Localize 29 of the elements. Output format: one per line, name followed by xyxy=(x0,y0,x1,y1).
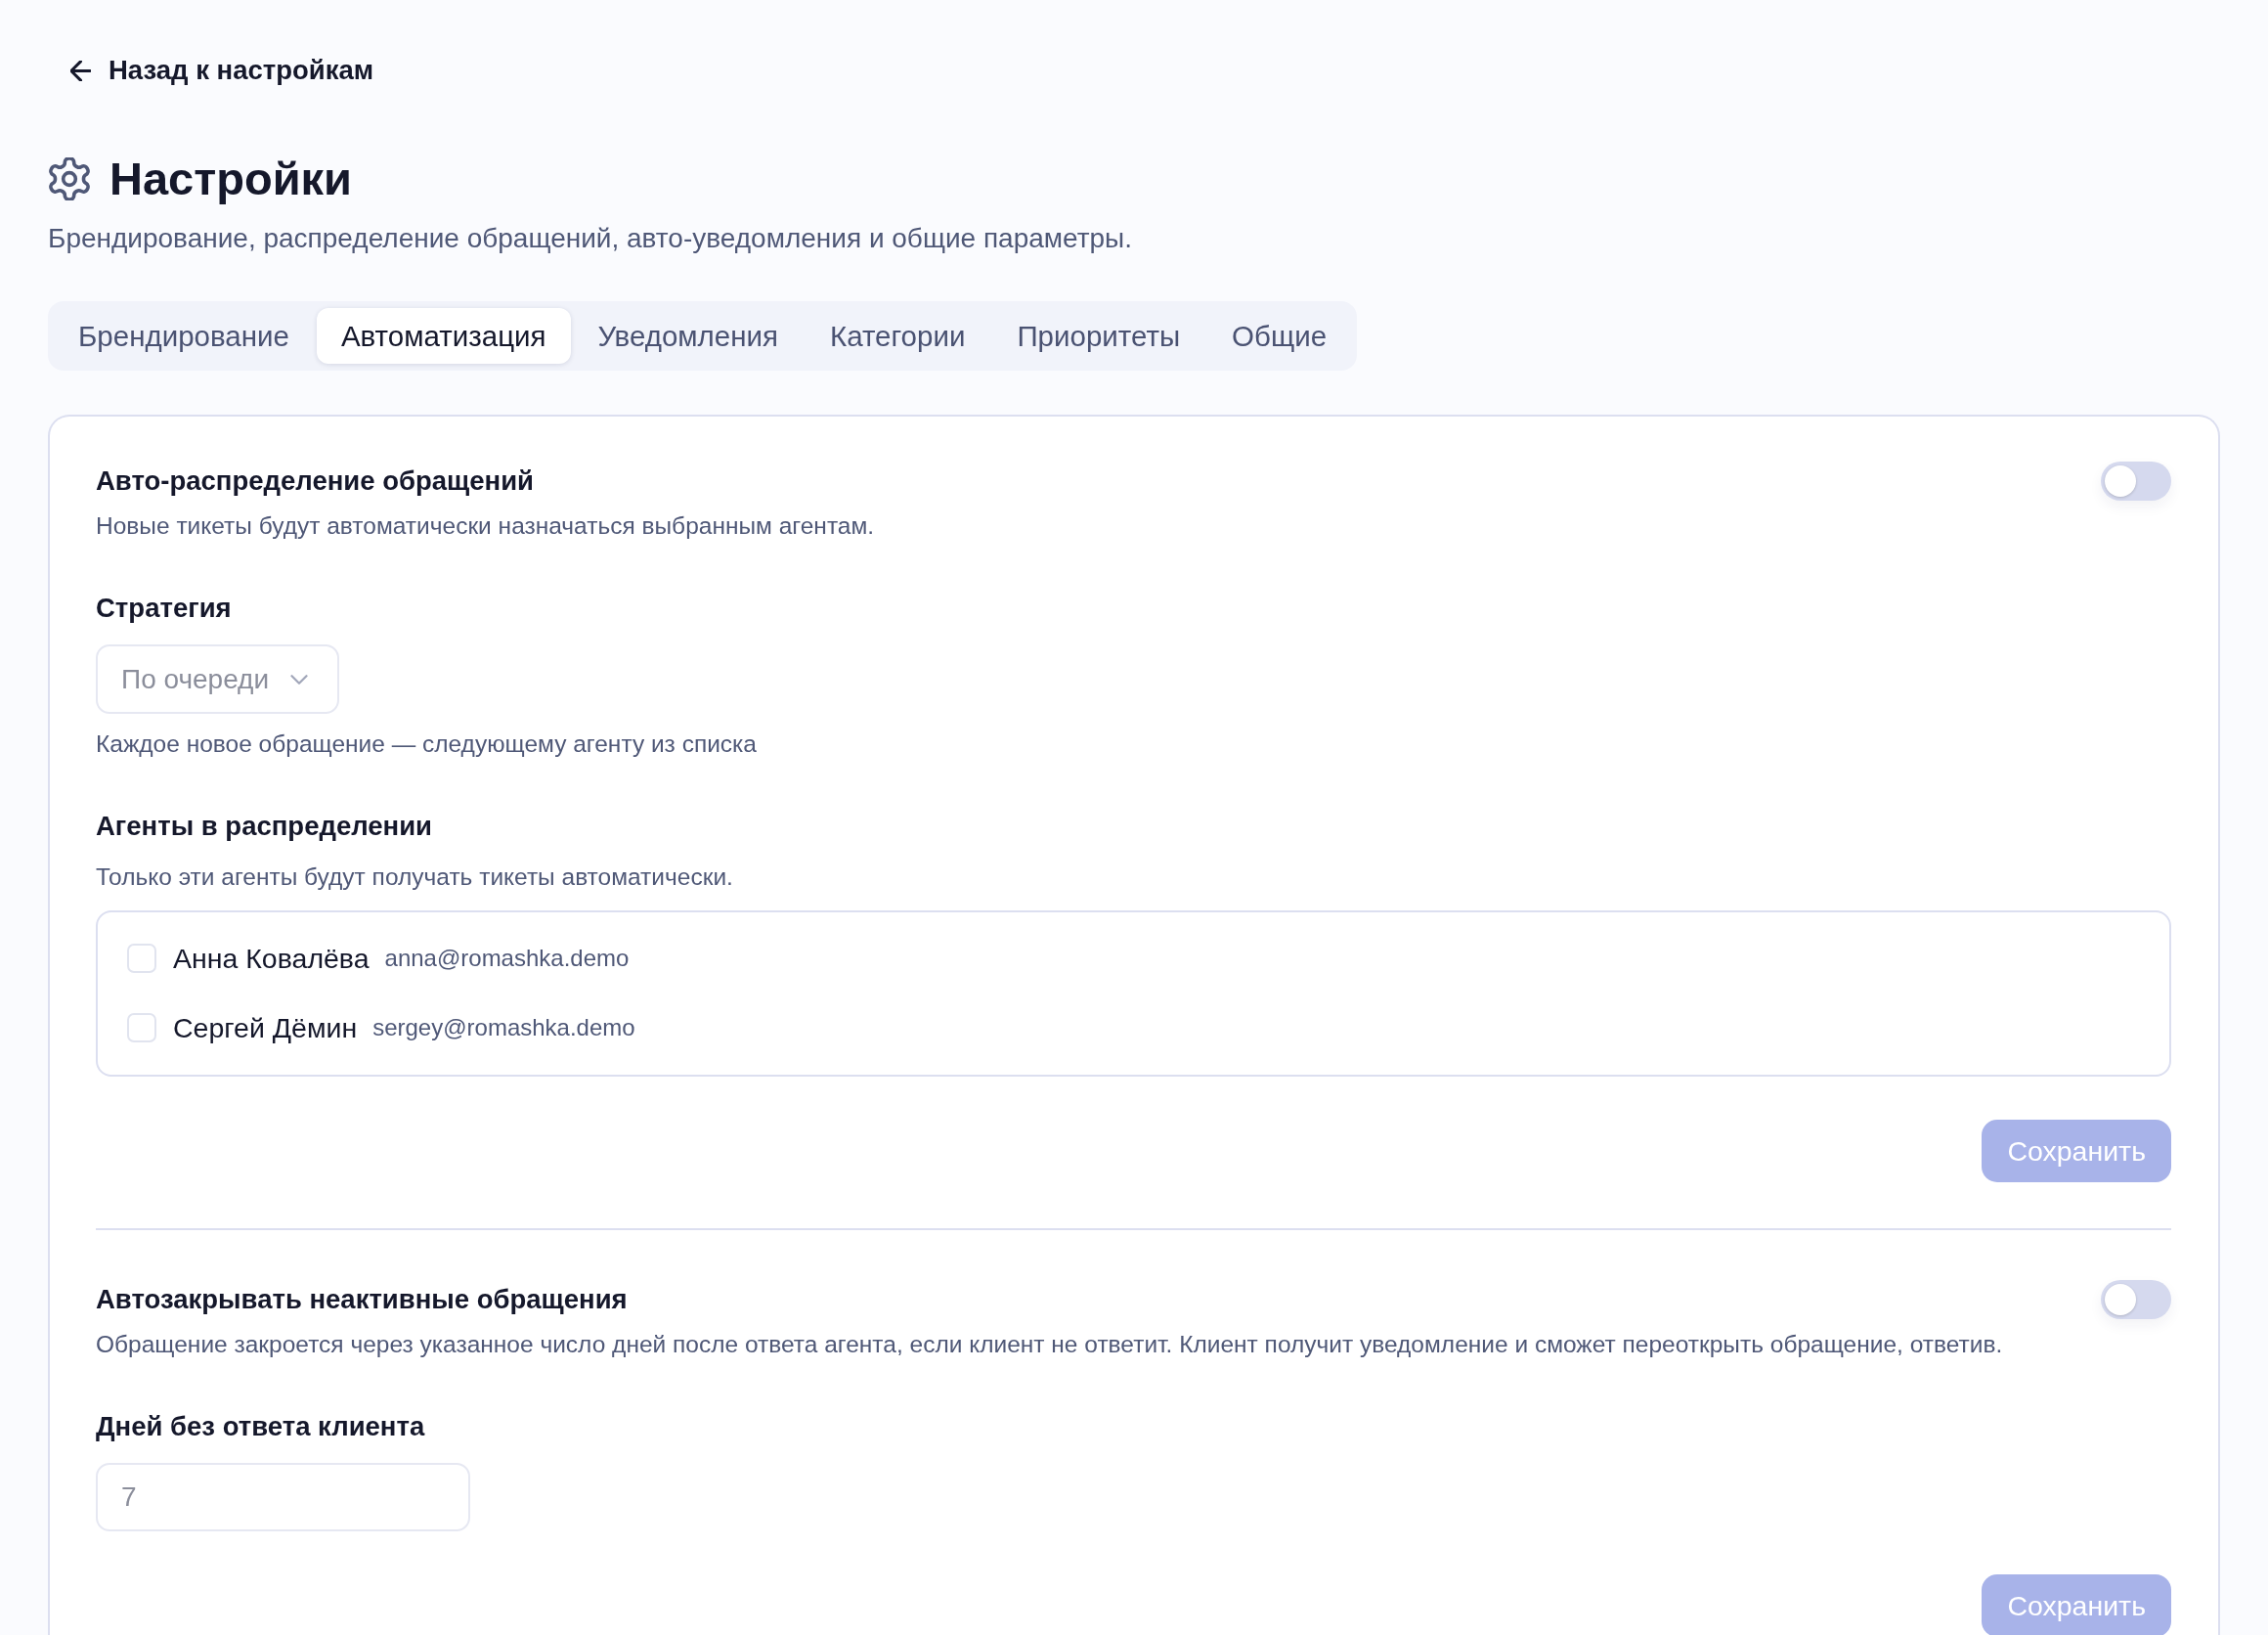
tab[interactable]: Общие xyxy=(1207,308,1352,364)
section-title: Авто-распределение обращений xyxy=(96,464,534,498)
back-link[interactable]: Назад к настройкам xyxy=(70,53,374,88)
toggle-switch[interactable] xyxy=(2101,462,2171,501)
agent-email: sergey@romashka.demo xyxy=(372,1014,635,1041)
chevron-down-icon xyxy=(290,674,309,685)
section-title: Автозакрывать неактивные обращения xyxy=(96,1283,628,1316)
field-label: Стратегия xyxy=(96,592,233,625)
tab[interactable]: Приоритеты xyxy=(992,308,1205,364)
gear-icon xyxy=(48,157,91,200)
section-description: Новые тикеты будут автоматически назначаться выбранным агентам. xyxy=(96,512,876,540)
tab[interactable]: Категории xyxy=(805,308,990,364)
field-description: Только эти агенты будут получать тикеты автоматически. xyxy=(96,863,734,891)
agent-name: Анна Ковалёва xyxy=(173,942,370,975)
field-label: Дней без ответа клиента xyxy=(96,1410,426,1443)
agent-email: anna@romashka.demo xyxy=(384,945,630,972)
arrow-left-icon xyxy=(70,60,91,81)
toggle-switch[interactable] xyxy=(2101,1280,2171,1319)
field-label: Агенты в распределении xyxy=(96,810,434,843)
section-description: Обращение закроется через указанное число дней после ответа агента, если клиент не ответит. Клиент получит уведомление и сможет переоткрыть обращение, ответив. xyxy=(96,1331,2004,1358)
page-subtitle: Брендирование, распределение обращений, авто-уведомления и общие параметры. xyxy=(48,222,1133,255)
page-title: Настройки xyxy=(109,152,352,206)
agent-name: Сергей Дёмин xyxy=(173,1011,358,1044)
checkbox[interactable] xyxy=(127,944,156,973)
tab[interactable]: Уведомления xyxy=(573,308,803,364)
checkbox[interactable] xyxy=(127,1013,156,1042)
field-hint: Каждое новое обращение — следующему агенту из списка xyxy=(96,730,758,758)
tab[interactable]: Брендирование xyxy=(54,308,314,364)
tab[interactable]: Автоматизация xyxy=(316,308,571,364)
